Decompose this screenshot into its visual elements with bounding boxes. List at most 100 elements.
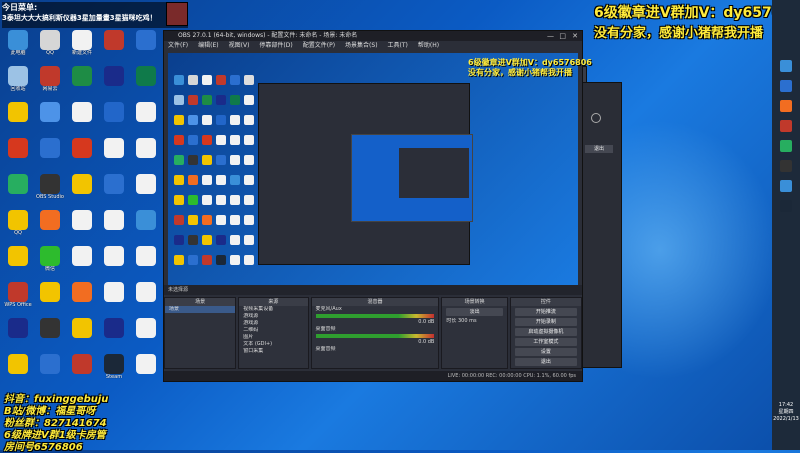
desktop-icon[interactable] bbox=[66, 282, 98, 314]
source-item[interactable]: 游戏源 bbox=[239, 313, 307, 320]
desktop-icon[interactable] bbox=[130, 282, 162, 314]
studio-mode-button[interactable]: 工作室模式 bbox=[514, 338, 578, 346]
desktop-icon[interactable] bbox=[130, 30, 162, 62]
start-streaming-button[interactable]: 开始推流 bbox=[514, 308, 578, 316]
desktop-icon[interactable]: 微信 bbox=[34, 246, 66, 278]
desktop-icon[interactable] bbox=[2, 102, 34, 134]
desktop-icon[interactable] bbox=[98, 30, 130, 62]
desktop-icon[interactable]: QQ bbox=[34, 30, 66, 62]
desktop-icon[interactable] bbox=[130, 174, 162, 206]
desktop-icon[interactable] bbox=[98, 210, 130, 242]
desktop-icon[interactable]: 此电脑 bbox=[2, 30, 34, 62]
taskbar-app-icon[interactable] bbox=[780, 120, 792, 132]
app-icon bbox=[72, 66, 92, 86]
menu-help[interactable]: 帮助(H) bbox=[418, 41, 439, 51]
desktop-icon[interactable] bbox=[98, 318, 130, 350]
source-item[interactable]: 二维码 bbox=[239, 327, 307, 334]
preview-mini-icon bbox=[216, 75, 226, 85]
taskbar-app-icon[interactable] bbox=[780, 100, 792, 112]
desktop-icon[interactable] bbox=[130, 210, 162, 242]
close-icon[interactable]: ✕ bbox=[572, 31, 578, 41]
taskbar-app-icon[interactable] bbox=[780, 200, 792, 212]
minimize-icon[interactable]: — bbox=[547, 31, 554, 41]
taskbar-app-icon[interactable] bbox=[780, 80, 792, 92]
menu-docks[interactable]: 停靠部件(D) bbox=[259, 41, 292, 51]
taskbar-app-icon[interactable] bbox=[780, 140, 792, 152]
desktop-icon[interactable] bbox=[130, 318, 162, 350]
desktop-icon[interactable] bbox=[34, 102, 66, 134]
menu-tools[interactable]: 工具(T) bbox=[388, 41, 408, 51]
taskbar-app-icon[interactable] bbox=[780, 60, 792, 72]
taskbar-app-icon[interactable] bbox=[780, 180, 792, 192]
desktop-icon[interactable] bbox=[130, 246, 162, 278]
menu-edit[interactable]: 编辑(E) bbox=[198, 41, 218, 51]
desktop-icon[interactable] bbox=[66, 102, 98, 134]
transition-duration[interactable]: 时长 300 ms bbox=[442, 318, 506, 325]
desktop-icon[interactable]: WPS Office bbox=[2, 282, 34, 314]
source-item[interactable]: 文本 (GDI+) bbox=[239, 341, 307, 348]
menu-file[interactable]: 文件(F) bbox=[168, 41, 188, 51]
desktop-icon[interactable] bbox=[98, 138, 130, 170]
menu-profile[interactable]: 配置文件(P) bbox=[303, 41, 335, 51]
desktop-icon-label: OBS Studio bbox=[36, 194, 64, 200]
taskbar-app-icon[interactable] bbox=[780, 160, 792, 172]
mixer-channel-label: 桌面音频 bbox=[315, 346, 336, 352]
preview-canvas[interactable]: 6级徽章进V群加V：dy6576806 没有分家，感谢小猪帮我开播 bbox=[168, 53, 592, 285]
scene-item[interactable]: 场景 bbox=[165, 306, 236, 313]
source-item[interactable]: 图片 bbox=[239, 334, 307, 341]
desktop-icon[interactable] bbox=[34, 318, 66, 350]
preview-mini-icon bbox=[244, 215, 254, 225]
controls-dock: 控件 开始推流 开始录制 启动虚拟摄像机 工作室模式 设置 退出 bbox=[509, 297, 583, 369]
desktop-icon[interactable] bbox=[98, 174, 130, 206]
transition-type-select[interactable]: 淡出 bbox=[446, 308, 503, 316]
desktop-icon[interactable] bbox=[66, 66, 98, 98]
desktop-icon[interactable]: 新建文件 bbox=[66, 30, 98, 62]
desktop-icon[interactable]: OBS Studio bbox=[34, 174, 66, 206]
side-window[interactable]: 退出 bbox=[578, 82, 622, 368]
desktop-icon[interactable] bbox=[2, 354, 34, 386]
side-exit-button[interactable]: 退出 bbox=[585, 145, 613, 153]
desktop-icon[interactable] bbox=[98, 66, 130, 98]
desktop-icon[interactable]: QQ bbox=[2, 210, 34, 242]
desktop-icon[interactable] bbox=[66, 354, 98, 386]
desktop-icon[interactable] bbox=[130, 354, 162, 386]
source-item[interactable]: 窗口采集 bbox=[239, 348, 307, 355]
settings-button[interactable]: 设置 bbox=[514, 348, 578, 356]
source-item[interactable]: 游戏源 bbox=[239, 320, 307, 327]
system-clock[interactable]: 17:42 星期四 2022/1/13 bbox=[772, 402, 800, 423]
desktop-icon[interactable] bbox=[34, 210, 66, 242]
desktop-icon[interactable] bbox=[130, 102, 162, 134]
audio-meter bbox=[315, 314, 435, 318]
desktop-icon[interactable] bbox=[66, 246, 98, 278]
desktop-icon[interactable] bbox=[2, 246, 34, 278]
desktop-icon[interactable] bbox=[130, 138, 162, 170]
desktop-icon[interactable]: 回收站 bbox=[2, 66, 34, 98]
desktop-icon[interactable] bbox=[34, 138, 66, 170]
desktop-icon[interactable] bbox=[2, 174, 34, 206]
desktop-icon[interactable]: 网易云 bbox=[34, 66, 66, 98]
menu-scene-collection[interactable]: 场景集合(S) bbox=[345, 41, 378, 51]
desktop-icon[interactable] bbox=[98, 246, 130, 278]
obs-window[interactable]: OBS 27.0.1 (64-bit, windows) - 配置文件: 未命名… bbox=[163, 30, 592, 382]
desktop-icon[interactable] bbox=[34, 354, 66, 386]
desktop-icon[interactable] bbox=[2, 318, 34, 350]
desktop-icon[interactable] bbox=[98, 102, 130, 134]
desktop-icon[interactable] bbox=[66, 318, 98, 350]
desktop-icon[interactable] bbox=[66, 174, 98, 206]
desktop-icon[interactable] bbox=[66, 210, 98, 242]
bell-icon[interactable] bbox=[591, 113, 601, 123]
desktop-icon[interactable] bbox=[130, 66, 162, 98]
desktop-icon[interactable] bbox=[2, 138, 34, 170]
virtual-camera-button[interactable]: 启动虚拟摄像机 bbox=[514, 328, 578, 336]
desktop-icon[interactable] bbox=[34, 282, 66, 314]
source-item[interactable]: 视频采集设备 bbox=[239, 306, 307, 313]
desktop-icon[interactable] bbox=[66, 138, 98, 170]
menu-view[interactable]: 视图(V) bbox=[229, 41, 250, 51]
maximize-icon[interactable]: □ bbox=[559, 31, 566, 41]
desktop-icon[interactable] bbox=[98, 282, 130, 314]
start-recording-button[interactable]: 开始录制 bbox=[514, 318, 578, 326]
app-icon bbox=[104, 30, 124, 50]
exit-button[interactable]: 退出 bbox=[514, 358, 578, 366]
desktop-icon-label bbox=[34, 122, 66, 134]
desktop-icon[interactable]: Steam bbox=[98, 354, 130, 386]
